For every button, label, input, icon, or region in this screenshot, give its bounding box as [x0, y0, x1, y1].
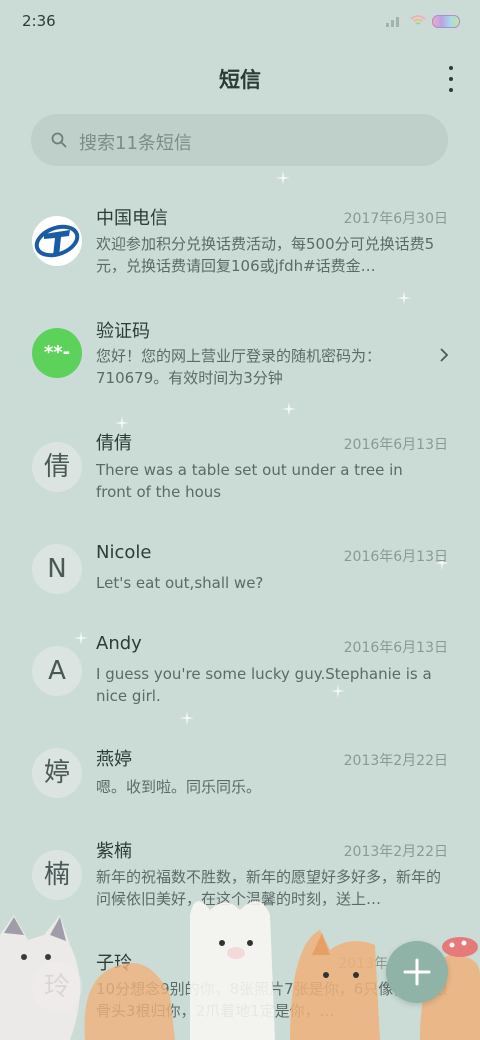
- message-item[interactable]: 楠 紫楠 2013年2月22日 新年的祝福数不胜数，新年的愿望好多好多，新年的问…: [0, 828, 480, 932]
- status-bar: 2:36: [0, 0, 480, 42]
- signal-icon: [386, 15, 404, 27]
- search-icon: [51, 132, 67, 148]
- wifi-icon: [410, 15, 426, 25]
- search-placeholder: 搜索11条短信: [79, 133, 192, 154]
- message-item[interactable]: 中国电信 2017年6月30日 欢迎参加积分兑换话费活动，每500分可兑换话费5…: [0, 196, 480, 300]
- message-preview: 您好！您的网上营业厅登录的随机密码为：710679。有效时间为3分钟: [96, 347, 382, 387]
- contact-avatar: 玲: [32, 962, 82, 1012]
- telecom-logo: [32, 216, 82, 266]
- message-item[interactable]: 倩 倩倩 2016年6月13日 There was a table set ou…: [0, 420, 480, 524]
- message-date: 2013年2月22日: [343, 753, 448, 769]
- contact-name: 子玲: [96, 953, 132, 974]
- sparkle-icon: [276, 171, 290, 185]
- message-preview: 欢迎参加积分兑换话费活动，每500分可兑换话费5元，兑换话费请回复106或jfd…: [96, 235, 435, 275]
- message-date: 2016年6月13日: [343, 640, 448, 656]
- contact-avatar: 楠: [32, 850, 82, 900]
- battery-icon: [432, 14, 460, 28]
- message-item[interactable]: **- 验证码 您好！您的网上营业厅登录的随机密码为：710679。有效时间为3…: [0, 308, 480, 412]
- message-item[interactable]: N Nicole 2016年6月13日 Let's eat out,shall …: [0, 532, 480, 636]
- contact-name: 燕婷: [96, 749, 132, 770]
- contact-name: Andy: [96, 633, 142, 654]
- contact-name: 紫楠: [96, 841, 132, 862]
- message-preview: Let's eat out,shall we?: [96, 574, 264, 592]
- page-title: 短信: [219, 68, 261, 92]
- message-date: 2016年6月13日: [343, 437, 448, 453]
- contact-avatar: 倩: [32, 442, 82, 492]
- message-preview: I guess you're some lucky guy.Stephanie …: [96, 665, 432, 705]
- message-preview: There was a table set out under a tree i…: [96, 461, 403, 501]
- verification-avatar: **-: [32, 328, 82, 378]
- chevron-right-icon[interactable]: [438, 346, 450, 364]
- contact-avatar: 婷: [32, 748, 82, 798]
- message-preview: 新年的祝福数不胜数，新年的愿望好多好多，新年的问候依旧美好，在这个温馨的时刻，送…: [96, 868, 442, 908]
- contact-name: Nicole: [96, 542, 152, 563]
- message-date: 2013年2月22日: [343, 844, 448, 860]
- status-icons: [386, 14, 460, 28]
- message-date: 2016年6月13日: [343, 549, 448, 565]
- contact-name: 验证码: [96, 321, 150, 342]
- message-date: 2017年6月30日: [343, 211, 448, 227]
- message-item[interactable]: 婷 燕婷 2013年2月22日 嗯。收到啦。同乐同乐。: [0, 736, 480, 840]
- status-time: 2:36: [22, 12, 56, 30]
- contact-name: 倩倩: [96, 433, 132, 454]
- plus-icon: [403, 958, 431, 986]
- contact-name: 中国电信: [96, 208, 168, 229]
- message-date: 2013年: [338, 956, 388, 972]
- compose-button[interactable]: [386, 941, 448, 1003]
- message-item[interactable]: A Andy 2016年6月13日 I guess you're some lu…: [0, 624, 480, 728]
- contact-avatar: A: [32, 646, 82, 696]
- message-preview: 嗯。收到啦。同乐同乐。: [96, 778, 262, 796]
- contact-avatar: N: [32, 544, 82, 594]
- search-bar[interactable]: 搜索11条短信: [31, 114, 448, 166]
- more-options-icon[interactable]: [446, 66, 456, 92]
